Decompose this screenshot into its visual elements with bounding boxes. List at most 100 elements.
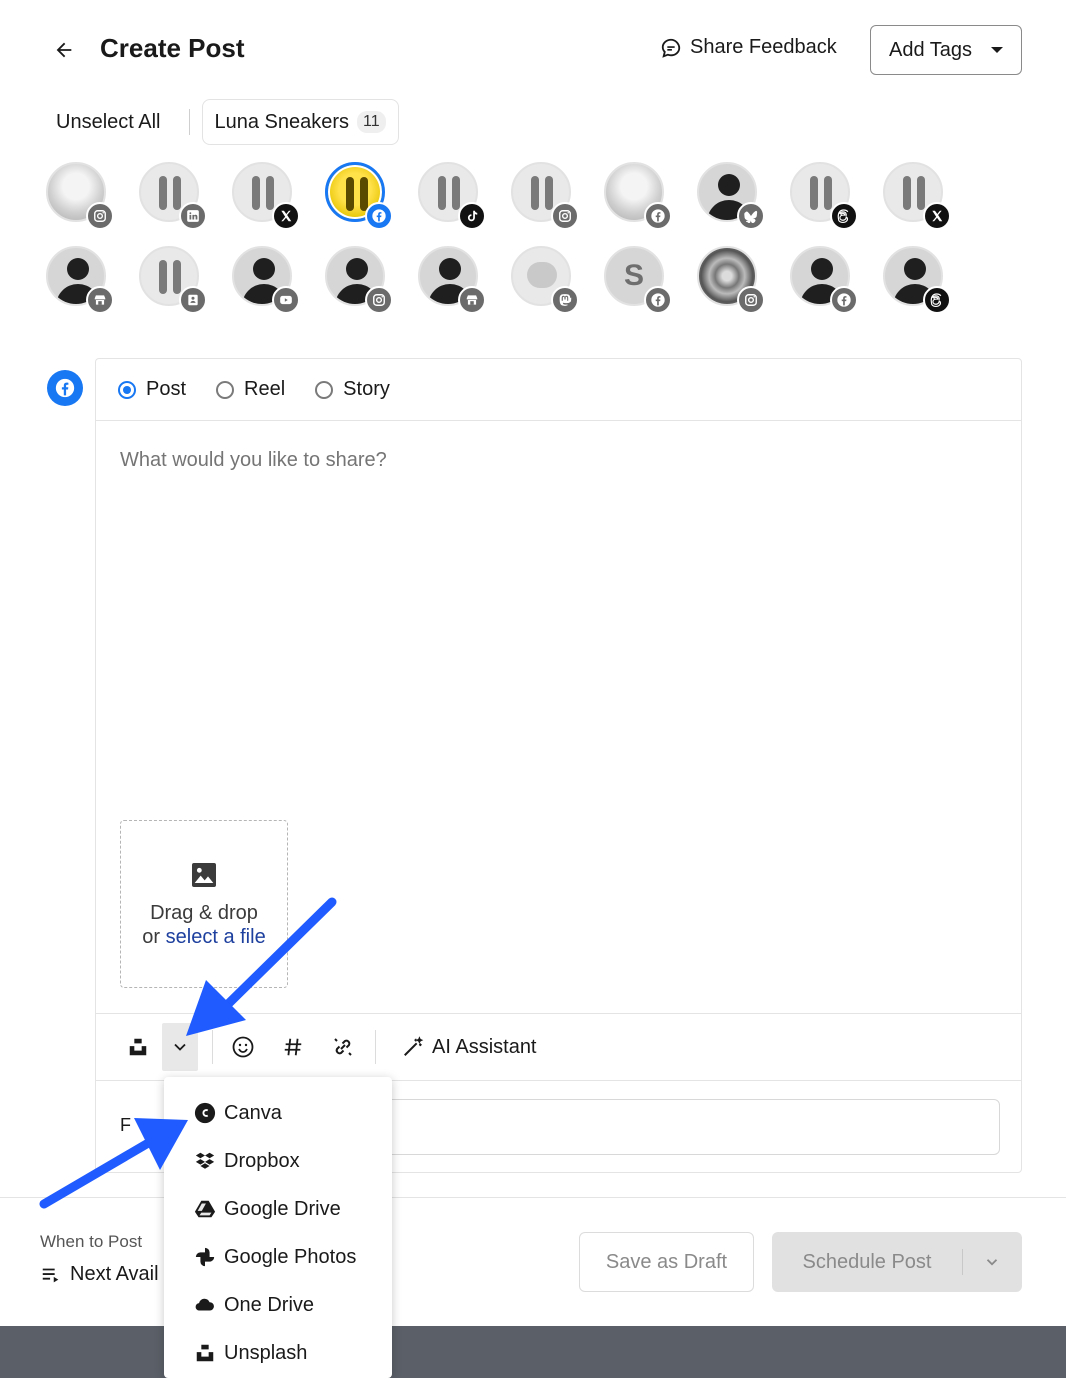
post-editor: Post Reel Story Drag & drop or select a …	[95, 358, 1022, 1173]
google-business-icon	[458, 286, 486, 314]
menu-item-google-drive[interactable]: Google Drive	[164, 1185, 392, 1233]
radio-selected-icon	[118, 380, 136, 399]
when-to-post-value: Next Avail	[70, 1263, 159, 1285]
page-title: Create Post	[100, 33, 245, 63]
onedrive-icon	[194, 1294, 216, 1316]
media-source-dropdown-button[interactable]	[162, 1023, 198, 1071]
account-avatar-threads[interactable]	[790, 162, 858, 230]
menu-item-dropbox[interactable]: Dropbox	[164, 1137, 392, 1185]
footer-divider	[0, 1197, 1066, 1198]
account-avatar-tiktok[interactable]	[418, 162, 486, 230]
threads-icon	[923, 286, 951, 314]
schedule-options-button[interactable]	[963, 1253, 1021, 1271]
account-avatar-threads[interactable]	[883, 246, 951, 314]
link-icon	[334, 1038, 352, 1056]
instagram-icon	[86, 202, 114, 230]
media-dropzone[interactable]: Drag & drop or select a file	[120, 820, 288, 988]
post-type-post-label: Post	[146, 378, 187, 400]
group-selector: Unselect All Luna Sneakers 11	[40, 99, 399, 145]
post-type-post[interactable]: Post	[118, 378, 186, 401]
ai-assistant-label: AI Assistant	[432, 1035, 537, 1058]
account-avatar-facebook[interactable]	[790, 246, 858, 314]
menu-item-unsplash[interactable]: Unsplash	[164, 1329, 392, 1377]
account-avatar-google-business[interactable]	[418, 246, 486, 314]
menu-item-label: Google Drive	[224, 1197, 341, 1220]
schedule-post-button[interactable]: Schedule Post	[772, 1232, 1022, 1292]
account-avatar-facebook[interactable]	[604, 162, 672, 230]
back-button[interactable]	[50, 36, 78, 64]
share-feedback-button[interactable]: Share Feedback	[660, 36, 837, 59]
youtube-icon	[272, 286, 300, 314]
account-avatar-contact-card[interactable]	[139, 246, 207, 314]
mastodon-icon	[551, 286, 579, 314]
account-avatar-facebook[interactable]	[325, 162, 393, 230]
facebook-icon	[47, 370, 83, 406]
account-avatar-google-business[interactable]	[46, 246, 114, 314]
tiktok-icon	[458, 202, 486, 230]
when-to-post-selector[interactable]: Next Avail	[40, 1263, 159, 1286]
menu-item-label: Canva	[224, 1101, 282, 1124]
x-icon	[272, 202, 300, 230]
account-avatar-linkedin[interactable]	[139, 162, 207, 230]
unselect-all-button[interactable]: Unselect All	[40, 111, 177, 134]
unsplash-icon	[129, 1038, 147, 1056]
account-avatar-instagram[interactable]	[46, 162, 114, 230]
add-tags-label: Add Tags	[889, 38, 973, 61]
menu-item-canva[interactable]: Canva	[164, 1089, 392, 1137]
account-avatar-facebook[interactable]: S	[604, 246, 672, 314]
account-avatar-youtube[interactable]	[232, 246, 300, 314]
post-type-reel[interactable]: Reel	[216, 378, 285, 401]
accounts-row	[46, 162, 1006, 230]
facebook-icon	[830, 286, 858, 314]
group-chip-luna-sneakers[interactable]: Luna Sneakers 11	[201, 99, 399, 145]
emoji-button[interactable]	[225, 1029, 261, 1065]
account-avatar-instagram[interactable]	[511, 162, 579, 230]
google-drive-icon	[194, 1198, 216, 1220]
queue-icon	[42, 1268, 59, 1282]
post-type-selector: Post Reel Story	[96, 359, 1021, 421]
post-text-input[interactable]	[120, 449, 980, 472]
post-type-story[interactable]: Story	[315, 378, 390, 401]
caret-down-icon	[991, 47, 1003, 53]
menu-item-label: One Drive	[224, 1293, 315, 1316]
dropzone-or: or	[142, 926, 166, 948]
select-file-link[interactable]: select a file	[166, 926, 266, 948]
instagram-icon	[365, 286, 393, 314]
link-shortener-button[interactable]	[325, 1029, 361, 1065]
hashtag-icon	[284, 1038, 302, 1056]
hashtag-button[interactable]	[275, 1029, 311, 1065]
account-avatar-x[interactable]	[883, 162, 951, 230]
menu-item-label: Dropbox	[224, 1149, 300, 1172]
add-tags-dropdown[interactable]: Add Tags	[870, 25, 1022, 75]
dropbox-icon	[194, 1150, 216, 1172]
facebook-icon	[644, 202, 672, 230]
chevron-down-icon	[174, 1043, 186, 1051]
save-as-draft-button[interactable]: Save as Draft	[579, 1232, 754, 1292]
radio-icon	[315, 380, 334, 399]
account-avatar-bluesky[interactable]	[697, 162, 765, 230]
account-avatar-instagram[interactable]	[325, 246, 393, 314]
share-feedback-label: Share Feedback	[690, 36, 837, 58]
account-avatar-x[interactable]	[232, 162, 300, 230]
social-accounts-grid: S	[46, 162, 1006, 330]
first-comment-input[interactable]: mment	[300, 1099, 1000, 1155]
google-photos-icon	[194, 1246, 216, 1268]
menu-item-google-photos[interactable]: Google Photos	[164, 1233, 392, 1281]
accounts-row: S	[46, 246, 1006, 314]
emoji-icon	[232, 1036, 254, 1058]
account-avatar-mastodon[interactable]	[511, 246, 579, 314]
header: Create Post Share Feedback Add Tags	[0, 0, 1066, 100]
when-to-post-label: When to Post	[40, 1232, 143, 1251]
group-count-badge: 11	[357, 111, 386, 133]
threads-icon	[830, 202, 858, 230]
menu-item-onedrive[interactable]: One Drive	[164, 1281, 392, 1329]
toolbar-divider	[212, 1030, 213, 1064]
ai-assistant-button[interactable]: AI Assistant	[402, 1036, 537, 1059]
divider	[188, 109, 190, 135]
unsplash-button[interactable]	[120, 1029, 156, 1065]
instagram-icon	[737, 286, 765, 314]
x-icon	[923, 202, 951, 230]
media-source-menu: Canva Dropbox Google Drive Google Photos…	[164, 1077, 392, 1378]
contact-card-icon	[179, 286, 207, 314]
account-avatar-instagram[interactable]	[697, 246, 765, 314]
